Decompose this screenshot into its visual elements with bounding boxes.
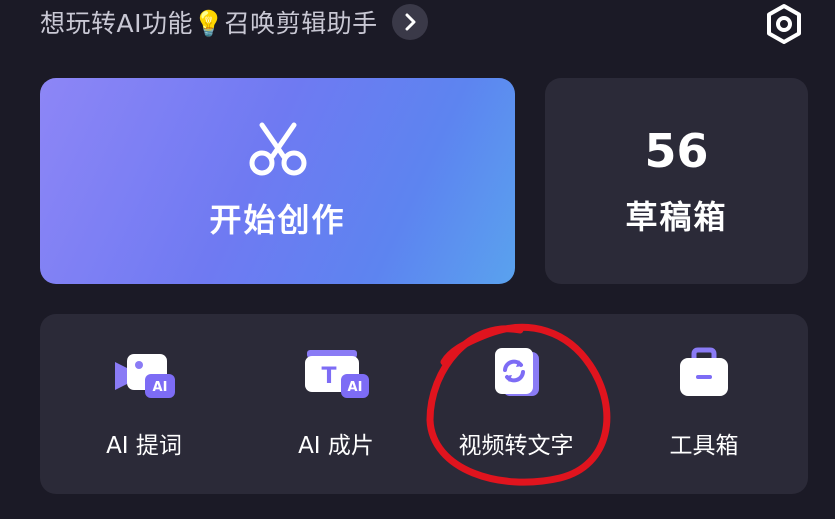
svg-text:AI: AI (153, 380, 168, 395)
start-create-button[interactable]: 开始创作 (40, 78, 515, 284)
toolbox-icon (669, 344, 739, 404)
tool-video-to-text[interactable]: 视频转文字 (426, 344, 606, 474)
tool-ai-teleprompter[interactable]: AI AI 提词 (54, 344, 234, 474)
scissors-icon (249, 122, 306, 176)
ai-teleprompter-icon: AI (109, 344, 179, 404)
chevron-right-icon[interactable] (391, 4, 428, 40)
tool-label: AI 提词 (106, 433, 182, 459)
tool-ai-auto-video[interactable]: T AI AI 成片 (246, 344, 426, 474)
tool-label: 视频转文字 (458, 433, 574, 459)
ai-auto-video-icon: T AI (301, 344, 371, 404)
promo-text: 想玩转AI功能💡召唤剪辑助手 (40, 9, 378, 38)
app-home-screen: 想玩转AI功能💡召唤剪辑助手 开始创作 56 草稿箱 AI AI 提词 T AI… (0, 0, 835, 519)
tool-toolbox[interactable]: 工具箱 (614, 344, 794, 474)
start-create-label: 开始创作 (209, 201, 346, 239)
drafts-count: 56 (644, 124, 709, 178)
svg-text:AI: AI (348, 380, 363, 395)
drafts-button[interactable]: 56 草稿箱 (545, 78, 808, 284)
ai-assistant-promo[interactable]: 想玩转AI功能💡召唤剪辑助手 (40, 2, 428, 42)
tools-panel: AI AI 提词 T AI AI 成片 视频转文字 工具箱 (40, 314, 808, 494)
svg-text:T: T (321, 364, 336, 389)
hexagon-settings-icon[interactable] (762, 2, 806, 46)
video-to-text-icon (481, 344, 551, 404)
tool-label: 工具箱 (669, 433, 739, 459)
drafts-label: 草稿箱 (625, 198, 728, 236)
tool-label: AI 成片 (298, 433, 374, 459)
